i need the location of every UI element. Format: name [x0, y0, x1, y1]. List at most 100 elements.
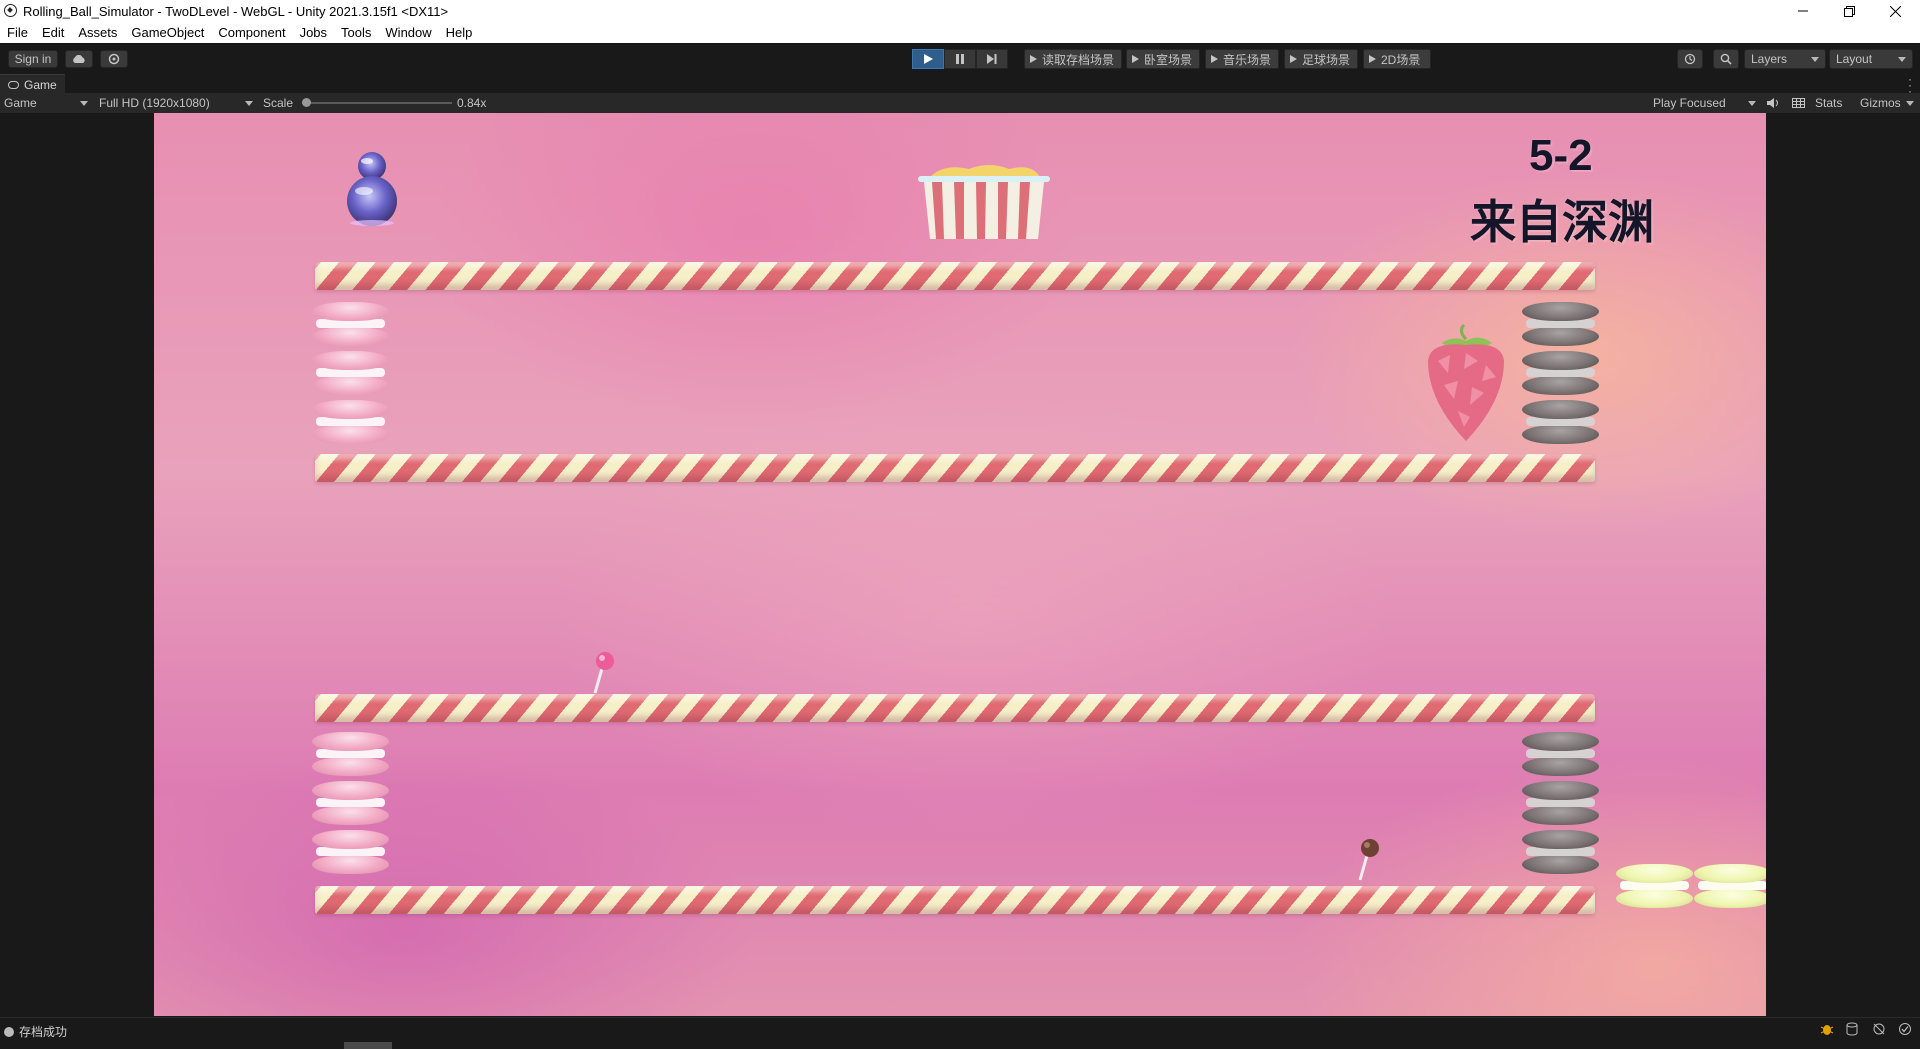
menu-edit[interactable]: Edit [35, 22, 71, 43]
network-icon[interactable] [1872, 1022, 1886, 1036]
resolution-dropdown[interactable]: Full HD (1920x1080) [99, 93, 253, 113]
scene-button-label: 读取存档场景 [1042, 52, 1115, 67]
chevron-down-icon [245, 100, 253, 106]
chevron-down-icon [1811, 56, 1819, 62]
step-button[interactable] [976, 49, 1008, 69]
play-triangle-icon [1290, 55, 1297, 63]
menu-tools[interactable]: Tools [334, 22, 378, 43]
minimize-icon[interactable] [1780, 0, 1826, 22]
pause-button[interactable] [944, 49, 976, 69]
play-mode-dropdown[interactable]: Play Focused [1653, 93, 1756, 113]
play-controls [912, 49, 1008, 69]
scene-button-label: 2D场景 [1381, 52, 1421, 67]
layout-label: Layout [1836, 52, 1873, 66]
sign-in-button[interactable]: Sign in [8, 50, 58, 68]
search-icon[interactable] [1713, 49, 1739, 69]
check-icon[interactable] [1898, 1022, 1912, 1036]
macaron-pink [312, 732, 389, 776]
macaron-gray [1522, 302, 1599, 346]
scale-slider-handle[interactable] [302, 98, 311, 107]
play-triangle-icon [1132, 55, 1139, 63]
player-ball-character [347, 152, 397, 226]
layers-label: Layers [1751, 52, 1788, 66]
play-mode-label: Play Focused [1653, 96, 1726, 110]
status-message[interactable]: 存档成功 [4, 1023, 67, 1040]
menu-window[interactable]: Window [378, 22, 438, 43]
restore-icon[interactable] [1826, 0, 1872, 22]
speaker-icon[interactable] [1767, 93, 1779, 113]
candy-platform [315, 454, 1595, 482]
game-view[interactable]: 5-2 来自深渊 [154, 113, 1766, 1016]
layers-dropdown[interactable]: Layers [1744, 49, 1826, 69]
pink-lollipop [593, 652, 614, 694]
kebab-menu-icon[interactable]: · · · [1908, 73, 1912, 97]
macaron-pink [312, 302, 389, 346]
menu-file[interactable]: File [0, 22, 35, 43]
popcorn-bucket [918, 165, 1050, 239]
gizmos-label: Gizmos [1860, 96, 1901, 110]
tab-game[interactable]: Game [0, 74, 65, 94]
level-number: 5-2 [1529, 131, 1593, 180]
candy-platform [315, 694, 1595, 722]
chocolate-lollipop [1358, 839, 1379, 881]
display-dropdown[interactable]: Game [4, 93, 88, 113]
collab-icon[interactable] [100, 50, 128, 68]
menu-assets[interactable]: Assets [71, 22, 124, 43]
macaron-gray [1522, 732, 1599, 776]
scale-slider[interactable] [302, 98, 452, 107]
play-triangle-icon [1211, 55, 1218, 63]
cloud-icon[interactable] [65, 50, 93, 68]
candy-platform [315, 886, 1595, 914]
chevron-down-icon [1748, 100, 1756, 106]
candy-platform [315, 262, 1595, 290]
play-button[interactable] [912, 49, 944, 69]
scale-value: 0.84x [457, 96, 487, 110]
layout-dropdown[interactable]: Layout [1829, 49, 1913, 69]
status-message-text: 存档成功 [19, 1025, 68, 1039]
chevron-down-icon [80, 100, 88, 106]
tab-label: Game [24, 77, 57, 92]
menu-help[interactable]: Help [439, 22, 480, 43]
menu-jobs[interactable]: Jobs [293, 22, 334, 43]
scene-button-load-save[interactable]: 读取存档场景 [1024, 49, 1122, 69]
main-toolbar: Sign in 读取存档场景 卧室场景 音乐场景 足球场景 2D场景 Layer… [0, 43, 1920, 75]
strawberry [1428, 323, 1504, 441]
menu-gameobject[interactable]: GameObject [124, 22, 211, 43]
macaron-gray [1522, 351, 1599, 395]
chevron-down-icon [1898, 56, 1906, 62]
menu-component[interactable]: Component [211, 22, 292, 43]
display-label: Game [4, 96, 37, 110]
cache-icon[interactable] [1845, 1022, 1859, 1036]
scene-button-bedroom[interactable]: 卧室场景 [1126, 49, 1200, 69]
grid-icon[interactable] [1792, 93, 1805, 113]
macaron-gray [1522, 830, 1599, 874]
info-icon [4, 1026, 14, 1037]
scene-button-label: 足球场景 [1302, 52, 1351, 67]
chevron-down-icon [1906, 100, 1914, 106]
resolution-label: Full HD (1920x1080) [99, 96, 210, 110]
close-icon[interactable] [1872, 0, 1918, 22]
play-triangle-icon [1369, 55, 1376, 63]
macaron-gray [1522, 781, 1599, 825]
gizmos-dropdown[interactable]: Gizmos [1860, 93, 1914, 113]
macaron-yellow [1694, 864, 1766, 908]
scene-button-music[interactable]: 音乐场景 [1205, 49, 1279, 69]
macaron-pink [312, 351, 389, 395]
scale-label: Scale [263, 96, 294, 110]
scene-button-2d[interactable]: 2D场景 [1363, 49, 1431, 69]
editor-tab-bar: Game · · · [0, 73, 1920, 97]
gamepad-icon [8, 80, 19, 89]
menu-bar: File Edit Assets GameObject Component Jo… [0, 22, 1920, 43]
macaron-pink [312, 830, 389, 874]
bug-icon[interactable] [1820, 1022, 1834, 1036]
window-title-bar: Rolling_Ball_Simulator - TwoDLevel - Web… [0, 0, 1920, 22]
play-triangle-icon [1030, 55, 1037, 63]
unity-logo-icon [4, 4, 17, 17]
history-icon[interactable] [1677, 49, 1703, 69]
level-name: 来自深渊 [1470, 196, 1654, 248]
scene-button-soccer[interactable]: 足球场景 [1284, 49, 1358, 69]
macaron-pink [312, 781, 389, 825]
macaron-pink [312, 400, 389, 444]
status-bar: 存档成功 [0, 1017, 1920, 1049]
stats-button[interactable]: Stats [1815, 93, 1842, 113]
